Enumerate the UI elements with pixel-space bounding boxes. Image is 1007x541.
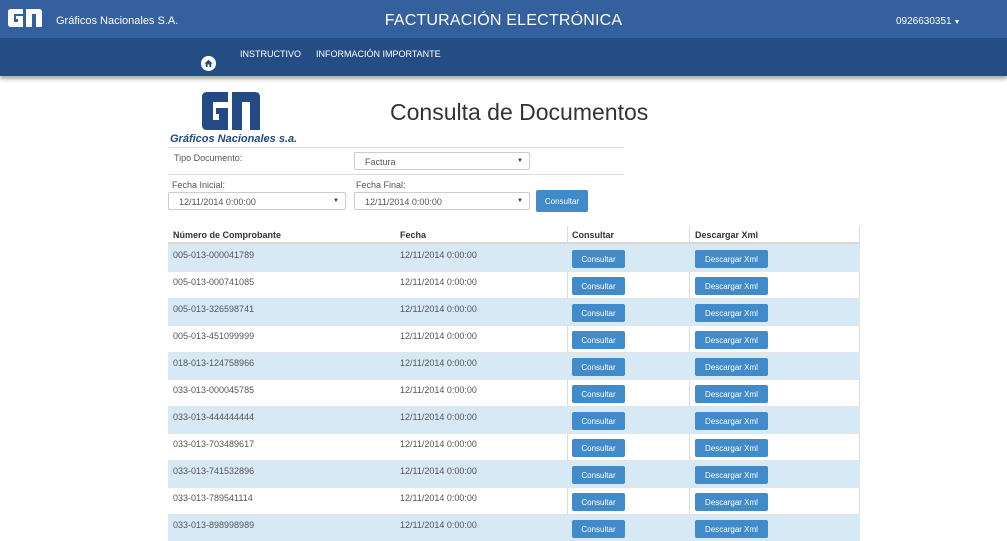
tipo-documento-value: Factura (365, 157, 396, 167)
comprobante-date: 12/11/2014 0:00:00 (400, 277, 477, 287)
header-fecha: Fecha (400, 230, 427, 240)
tipo-documento-select[interactable]: Factura ▼ (354, 152, 530, 170)
comprobante-number: 033-013-444444444 (173, 412, 255, 422)
comprobante-date: 12/11/2014 0:00:00 (400, 304, 477, 314)
comprobante-number: 033-013-789541114 (173, 493, 253, 503)
comprobante-date: 12/11/2014 0:00:00 (400, 466, 477, 476)
fecha-final-label: Fecha Final: (356, 180, 406, 190)
table-row: 033-013-000045785 12/11/2014 0:00:00 Consu… (168, 379, 860, 406)
dropdown-arrow-icon: ▼ (333, 198, 339, 204)
descargar-xml-button[interactable]: Descargar Xml (695, 466, 768, 484)
descargar-xml-button[interactable]: Descargar Xml (695, 277, 768, 295)
comprobante-number: 033-013-000045785 (173, 385, 255, 395)
caret-down-icon: ▼ (953, 19, 961, 26)
header-consultar: Consultar (572, 230, 615, 240)
descargar-xml-button[interactable]: Descargar Xml (695, 493, 768, 511)
sub-navbar: INSTRUCTIVO INFORMACIÓN IMPORTANTE (0, 38, 1007, 76)
descargar-xml-button[interactable]: Descargar Xml (695, 358, 768, 376)
table-row: 005-013-000741085 12/11/2014 0:00:00 Consu… (168, 271, 860, 298)
descargar-xml-button[interactable]: Descargar Xml (695, 304, 768, 322)
comprobante-number: 005-013-326598741 (173, 304, 255, 314)
descargar-xml-button[interactable]: Descargar Xml (695, 385, 768, 403)
descargar-xml-button[interactable]: Descargar Xml (695, 520, 768, 538)
comprobante-number: 033-013-741532896 (173, 466, 255, 476)
table-row: 005-013-000041789 12/11/2014 0:00:00 Consu… (168, 244, 860, 271)
table-body: 005-013-000041789 12/11/2014 0:00:00 Consu… (168, 244, 860, 541)
comprobante-date: 12/11/2014 0:00:00 (400, 358, 477, 368)
comprobante-number: 005-013-000041789 (173, 250, 255, 260)
consultar-button[interactable]: Consultar (572, 493, 625, 511)
fecha-inicial-label: Fecha Inicial: (172, 180, 226, 190)
comprobante-date: 12/11/2014 0:00:00 (400, 412, 477, 422)
page-logo-text: Gráficos Nacionales s.a. (170, 133, 298, 145)
table-row: 033-013-703489617 12/11/2014 0:00:00 Consu… (168, 433, 860, 460)
comprobante-number: 033-013-703489617 (173, 439, 255, 449)
descargar-xml-button[interactable]: Descargar Xml (695, 412, 768, 430)
user-menu[interactable]: 0926630351 ▼ (896, 16, 961, 27)
app-title: FACTURACIÓN ELECTRÓNICA (384, 12, 623, 29)
home-icon[interactable] (201, 56, 216, 71)
table-row: 033-013-789541114 12/11/2014 0:00:00 Consu… (168, 487, 860, 514)
nav-instructivo[interactable]: INSTRUCTIVO (240, 49, 301, 59)
consultar-button[interactable]: Consultar (572, 439, 625, 457)
top-navbar: Gráficos Nacionales S.A. FACTURACIÓN ELE… (0, 0, 1007, 38)
descargar-xml-button[interactable]: Descargar Xml (695, 331, 768, 349)
table-row: 005-013-326598741 12/11/2014 0:00:00 Consu… (168, 298, 860, 325)
consultar-button[interactable]: Consultar (572, 466, 625, 484)
consultar-button[interactable]: Consultar (572, 331, 625, 349)
comprobante-date: 12/11/2014 0:00:00 (400, 439, 477, 449)
page-title: Consulta de Documentos (390, 99, 649, 125)
comprobante-number: 005-013-000741085 (173, 277, 255, 287)
header-numero: Número de Comprobante (173, 230, 282, 240)
page-logo-icon (202, 92, 260, 130)
consultar-button[interactable]: Consultar (572, 385, 625, 403)
dropdown-arrow-icon: ▼ (517, 198, 523, 204)
fecha-inicial-select[interactable]: 12/11/2014 0:00:00 ▼ (168, 192, 346, 210)
header-descargar-xml: Descargar Xml (695, 230, 759, 240)
nav-informacion-importante[interactable]: INFORMACIÓN IMPORTANTE (316, 49, 441, 59)
table-row: 018-013-124758966 12/11/2014 0:00:00 Consu… (168, 352, 860, 379)
table-row: 033-013-444444444 12/11/2014 0:00:00 Consu… (168, 406, 860, 433)
comprobante-date: 12/11/2014 0:00:00 (400, 385, 477, 395)
comprobante-number: 033-013-898998989 (173, 520, 255, 530)
fecha-final-value: 12/11/2014 0:00:00 (365, 197, 442, 207)
comprobante-date: 12/11/2014 0:00:00 (400, 331, 477, 341)
divider (168, 174, 624, 175)
table-row: 005-013-451099999 12/11/2014 0:00:00 Consu… (168, 325, 860, 352)
table-header: Número de Comprobante Fecha Consultar De… (168, 226, 860, 244)
comprobante-number: 005-013-451099999 (173, 331, 255, 341)
comprobante-date: 12/11/2014 0:00:00 (400, 520, 477, 530)
descargar-xml-button[interactable]: Descargar Xml (695, 250, 768, 268)
user-id: 0926630351 (896, 16, 952, 27)
fecha-inicial-value: 12/11/2014 0:00:00 (179, 197, 256, 207)
divider (168, 147, 624, 148)
consultar-filter-button[interactable]: Consultar (536, 190, 588, 212)
consultar-button[interactable]: Consultar (572, 520, 625, 538)
descargar-xml-button[interactable]: Descargar Xml (695, 439, 768, 457)
consultar-button[interactable]: Consultar (572, 304, 625, 322)
dropdown-arrow-icon: ▼ (517, 158, 523, 164)
comprobante-date: 12/11/2014 0:00:00 (400, 493, 477, 503)
consultar-button[interactable]: Consultar (572, 277, 625, 295)
fecha-final-select[interactable]: 12/11/2014 0:00:00 ▼ (354, 192, 530, 210)
documents-table: Número de Comprobante Fecha Consultar De… (168, 226, 860, 541)
comprobante-date: 12/11/2014 0:00:00 (400, 250, 477, 260)
table-row: 033-013-898998989 12/11/2014 0:00:00 Consu… (168, 514, 860, 541)
consultar-button[interactable]: Consultar (572, 250, 625, 268)
table-row: 033-013-741532896 12/11/2014 0:00:00 Consu… (168, 460, 860, 487)
consultar-button[interactable]: Consultar (572, 412, 625, 430)
tipo-documento-label: Tipo Documento: (174, 153, 243, 163)
comprobante-number: 018-013-124758966 (173, 358, 255, 368)
consultar-button[interactable]: Consultar (572, 358, 625, 376)
